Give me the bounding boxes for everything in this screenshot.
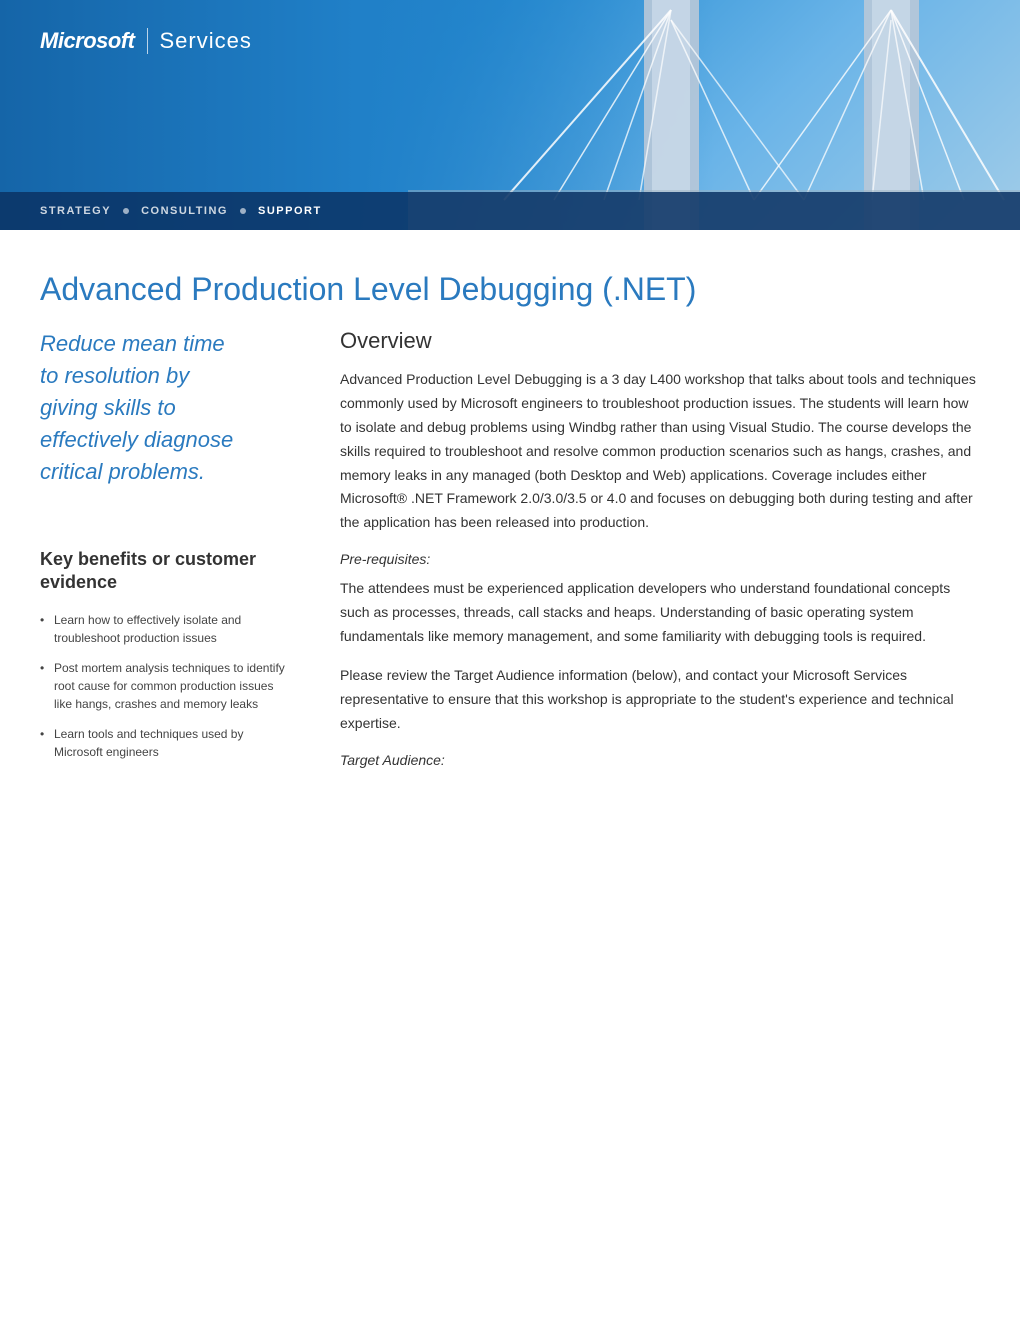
tagline: Reduce mean time to resolution by giving…: [40, 328, 290, 487]
target-audience-label: Target Audience:: [340, 752, 980, 768]
benefits-list: •Learn how to effectively isolate and tr…: [40, 611, 290, 761]
navigation-bar: STRATEGY CONSULTING SUPPORT: [0, 192, 1020, 230]
nav-consulting[interactable]: CONSULTING: [141, 205, 228, 217]
prerequisites-text: The attendees must be experienced applic…: [340, 577, 980, 648]
right-column: Overview Advanced Production Level Debug…: [320, 308, 980, 777]
overview-heading: Overview: [340, 328, 980, 354]
nav-sep-1: [123, 208, 129, 214]
left-column: Reduce mean time to resolution by giving…: [40, 308, 320, 777]
services-text: Services: [160, 28, 252, 54]
benefit-item: •Learn tools and techniques used by Micr…: [40, 725, 290, 761]
page-header: Microsoft Services STRATEGY CONSULTING S…: [0, 0, 1020, 230]
key-benefits-heading: Key benefits or customer evidence: [40, 548, 290, 595]
microsoft-text: Microsoft: [40, 28, 135, 54]
microsoft-logo: Microsoft: [40, 28, 135, 54]
logo-divider: [147, 28, 148, 54]
prerequisites-label: Pre-requisites:: [340, 551, 980, 567]
title-row: Advanced Production Level Debugging (.NE…: [0, 230, 1020, 308]
target-audience-note: Please review the Target Audience inform…: [340, 664, 980, 735]
logo-area: Microsoft Services: [40, 28, 252, 54]
benefit-item: •Post mortem analysis techniques to iden…: [40, 659, 290, 713]
nav-support[interactable]: SUPPORT: [258, 205, 322, 217]
nav-sep-2: [240, 208, 246, 214]
columns-row: Reduce mean time to resolution by giving…: [0, 308, 1020, 777]
main-wrapper: Advanced Production Level Debugging (.NE…: [0, 230, 1020, 778]
benefit-item: •Learn how to effectively isolate and tr…: [40, 611, 290, 647]
nav-strategy[interactable]: STRATEGY: [40, 205, 111, 217]
page-title: Advanced Production Level Debugging (.NE…: [40, 270, 980, 308]
overview-paragraph: Advanced Production Level Debugging is a…: [340, 368, 980, 535]
